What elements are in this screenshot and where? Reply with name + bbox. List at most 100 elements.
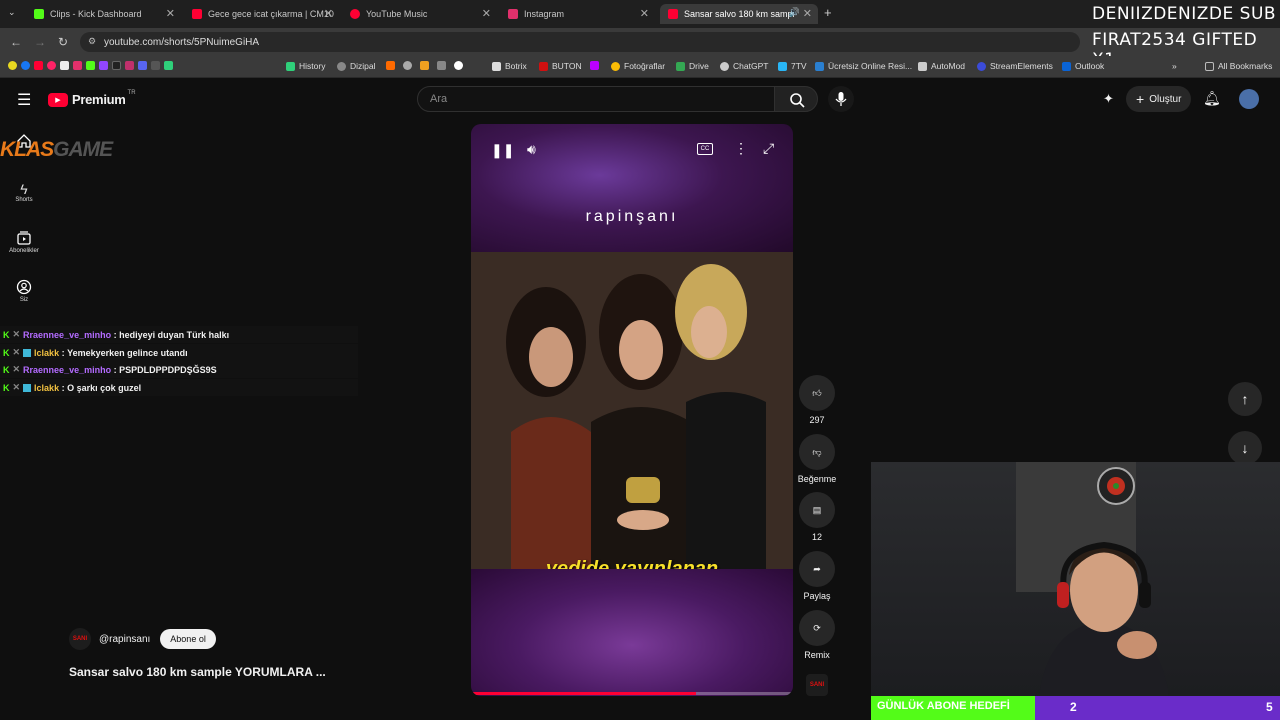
video-progress-bar[interactable] [471,692,793,695]
more-vert-icon[interactable]: ⋮ [734,140,748,157]
tab-youtube-shorts-active[interactable]: Sansar salvo 180 km sampl 🔊 ✕ [660,4,818,24]
search-icon [790,93,805,108]
remix-button[interactable]: ⟳ Remix [797,610,837,660]
bookmark-icon[interactable] [386,61,395,70]
captions-icon[interactable]: CC [697,143,713,155]
bookmark-botrix[interactable]: Botrix [492,61,527,71]
tiktok-icon[interactable] [112,61,121,70]
url-input[interactable]: ⚙ youtube.com/shorts/5PNuimeGiHA [80,32,1080,52]
share-icon: ➦ [799,551,835,587]
speaker-icon[interactable]: 🔊 [789,7,800,18]
close-icon[interactable]: ✕ [324,7,333,20]
forward-arrow-icon[interactable]: → [34,35,46,49]
all-bookmarks[interactable]: All Bookmarks [1205,61,1272,71]
bookmark-icon[interactable] [454,61,463,70]
bookmark-label: Outlook [1075,61,1105,71]
voice-search-button[interactable] [828,86,854,112]
gift-icon[interactable]: ✦ [1103,91,1114,107]
discord-icon[interactable] [138,61,147,70]
nav-subscriptions[interactable]: Abonelikler [0,230,48,254]
close-icon[interactable]: ✕ [640,7,649,20]
x-icon[interactable] [60,61,69,70]
subscriber-goal-bar: GÜNLÜK ABONE HEDEFİ 2 5 [871,696,1280,720]
sound-thumbnail-icon[interactable]: SANI [806,674,828,696]
chat-username: Rraennee_ve_minho [23,329,112,340]
bookmark-online-resim[interactable]: Ücretsiz Online Resi... [815,61,912,71]
chat-message: K ✕ Rraennee_ve_minho : hediyeyi duyan Tü… [0,326,358,343]
bookmark-icon[interactable] [420,61,429,70]
stream-overlay-sub-alert: DENIIZDENIZDE SUB [1092,4,1277,24]
dislike-button[interactable]: 👎︎ Beğenme [795,434,839,484]
bookmark-history[interactable]: History [286,61,325,71]
bookmark-icon[interactable] [164,61,173,70]
thumbs-down-icon: 👎︎ [799,434,835,470]
bookmark-label: History [299,61,326,71]
browser-address-bar: ← → ↻ ⚙ youtube.com/shorts/5PNuimeGiHA [0,28,1280,56]
tab-instagram[interactable]: Instagram ✕ [500,4,655,24]
chrome-icon[interactable] [8,61,17,70]
video-photo-frame: yedide yayınlanan [471,252,793,580]
fullscreen-icon[interactable]: ⤢ [763,140,774,157]
bookmark-streamelements[interactable]: StreamElements [977,61,1053,71]
youtube-icon[interactable] [34,61,43,70]
tab-youtube-music[interactable]: YouTube Music ✕ [342,4,497,24]
close-icon[interactable]: ✕ [482,7,491,20]
channel-avatar[interactable]: SANI [69,628,91,650]
new-tab-plus-icon[interactable]: + [824,5,832,20]
bookmark-icon[interactable] [403,61,412,70]
reload-icon[interactable]: ↻ [58,35,68,49]
nav-shorts[interactable]: ϟ Shorts [0,181,48,203]
chat-separator: : [111,364,120,375]
video-title[interactable]: Sansar salvo 180 km sample YORUMLARA ... [69,665,326,679]
bookmark-outlook[interactable]: Outlook [1062,61,1104,71]
chat-text: O şarkı çok guzel [67,382,142,393]
notifications-bell-icon[interactable]: 🔔︎ [1203,90,1221,107]
close-icon[interactable]: ✕ [803,7,812,20]
create-button[interactable]: + Oluştur [1126,86,1192,112]
share-button[interactable]: ➦ Paylaş [797,551,837,601]
tab-kick-dashboard[interactable]: Clips - Kick Dashboard ✕ [26,4,181,24]
bookmark-automod[interactable]: AutoMod [918,61,965,71]
twitch-icon[interactable] [99,61,108,70]
bookmark-chatgpt[interactable]: ChatGPT [720,61,768,71]
comments-button[interactable]: ▤ 12 [797,492,837,542]
close-icon[interactable]: ✕ [166,7,175,20]
site-info-icon[interactable]: ⚙ [88,36,96,47]
bookmark-label: BUTON [552,61,582,71]
tab-youtube-video[interactable]: Gece gece icat çıkarma | CM10 ✕ [184,4,339,24]
bookmark-icon[interactable] [151,61,160,70]
facebook-icon[interactable] [21,61,30,70]
previous-short-button[interactable]: ↑ [1228,382,1262,416]
channel-handle[interactable]: @rapinsanı [99,634,150,645]
pause-icon[interactable]: ❚❚ [491,142,514,159]
youtube-premium-logo[interactable]: ▶ Premium TR [48,90,136,107]
bookmark-7tv[interactable]: 7TV [778,61,807,71]
bookmarks-overflow-icon[interactable]: » [1172,61,1177,71]
volume-icon[interactable]: 🔊︎ [527,141,536,158]
search-input[interactable]: Ara [417,86,775,112]
kick-icon[interactable] [86,61,95,70]
bookmark-buton[interactable]: BUTON [539,61,582,71]
next-short-button[interactable]: ↓ [1228,431,1262,465]
bookmark-drive[interactable]: Drive [676,61,709,71]
back-arrow-icon[interactable]: ← [10,35,22,49]
url-text: youtube.com/shorts/5PNuimeGiHA [104,36,260,48]
instagram-icon[interactable] [73,61,82,70]
bookmark-icon-single[interactable] [590,61,603,70]
nav-you[interactable]: Siz [0,279,48,303]
bookmark-label: Botrix [505,61,527,71]
music-icon[interactable] [47,61,56,70]
klasgame-logo: KLASGAME [0,138,113,161]
subscribe-button[interactable]: Abone ol [160,629,216,649]
bookmark-fotograflar[interactable]: Fotoğraflar [611,61,665,71]
tab-search-icon[interactable]: ⌄ [8,7,16,18]
bookmark-icon[interactable] [437,61,446,70]
bookmark-icon[interactable] [125,61,134,70]
like-button[interactable]: 👍︎ 297 [797,375,837,425]
avatar[interactable] [1239,89,1259,109]
search-button[interactable] [774,86,818,112]
menu-icon[interactable]: ☰ [17,90,31,110]
bookmark-dizipal[interactable]: Dizipal [337,61,376,71]
microphone-icon [835,92,847,106]
shorts-video-player[interactable]: yedide yayınlanan rapinşanı ❚❚ 🔊︎ CC ⋮ ⤢ [471,124,793,696]
